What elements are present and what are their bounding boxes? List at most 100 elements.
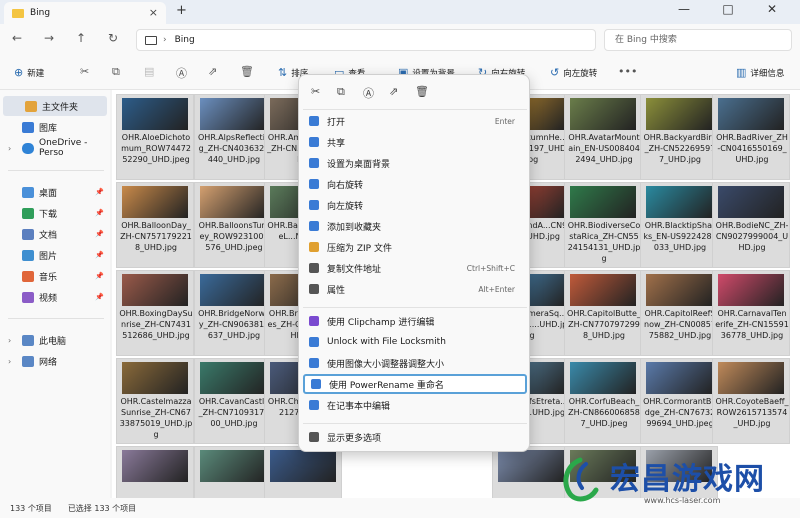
menu-item-rotate-right[interactable]: 向右旋转 [303, 174, 527, 194]
sidebar-item-pictures[interactable]: 图片 📌 [0, 245, 110, 265]
file-tile[interactable]: OHR.BodieNC_ZH-CN9027999004_UHD.jpg [712, 182, 790, 268]
properties-icon [309, 284, 319, 294]
chevron-right-icon[interactable]: › [8, 144, 11, 153]
close-tab-icon[interactable]: × [149, 6, 158, 19]
show-more-options-icon [309, 432, 319, 442]
sidebar-item-music[interactable]: 音乐 📌 [0, 266, 110, 286]
context-menu: ✂ ⧉ Ⓐ ⇗ 🗑 打开 Enter 共享 设置为桌面背景 向右旋转 向左旋转添加到收藏夹… [298, 74, 530, 452]
file-tile[interactable]: OHR.CormorantBridge_ZH-CN7673299694_UHD.… [640, 358, 718, 444]
copy-icon[interactable]: ⧉ [112, 65, 120, 79]
pin-icon[interactable]: 📌 [95, 188, 104, 196]
file-tile[interactable]: OHR.CarnavalTenerife_ZH-CN1559136778_UHD… [712, 270, 790, 356]
file-tile[interactable]: OHR.BadRiver_ZH-CN0416550169_UHD.jpg [712, 94, 790, 180]
sidebar-item-gallery[interactable]: 图库 [0, 117, 110, 137]
menu-item-open[interactable]: 打开 Enter [303, 111, 527, 131]
file-tile[interactable]: OHR.BalloonsTurkey_ROW9231009576_UHD.jpe… [194, 182, 272, 268]
copy-icon[interactable]: ⧉ [337, 85, 345, 99]
file-tile[interactable]: OHR.BalloonDay_ZH-CN7571792218_UHD.jpg [116, 182, 194, 268]
menu-item-label: 在记事本中编辑 [327, 401, 391, 412]
menu-item-show-more-options[interactable]: 显示更多选项 [303, 427, 527, 447]
menu-item-properties[interactable]: 属性 Alt+Enter [303, 279, 527, 299]
details-button[interactable]: ▥ 详细信息 [736, 66, 784, 79]
menu-item-edit-clipchamp[interactable]: 使用 Clipchamp 进行编辑 [303, 311, 527, 331]
share-icon[interactable]: ⇗ [208, 65, 217, 78]
menu-item-compress-zip[interactable]: 压缩为 ZIP 文件 [303, 237, 527, 257]
menu-item-resize-image[interactable]: 使用图像大小调整器调整大小 [303, 353, 527, 373]
file-tile[interactable] [264, 446, 342, 498]
menu-item-rotate-left[interactable]: 向左旋转 [303, 195, 527, 215]
copy-path-icon [309, 263, 319, 273]
image-thumbnail [570, 186, 636, 218]
file-tile[interactable]: OHR.CapitolButte_ZH-CN7707972998_UHD.jpg [564, 270, 642, 356]
delete-icon[interactable]: 🗑 [415, 85, 429, 98]
chevron-right-icon[interactable]: › [8, 357, 11, 366]
pin-icon[interactable]: 📌 [95, 209, 104, 217]
file-tile[interactable]: OHR.CorfuBeach_ZH-CN8660068587_UHD.jpeg [564, 358, 642, 444]
cut-icon[interactable]: ✂ [80, 65, 89, 78]
forward-button[interactable]: → [44, 31, 54, 45]
new-tab-button[interactable]: + [176, 3, 187, 18]
sidebar-item-network[interactable]: › 网络 [0, 351, 110, 371]
rotate-left-button[interactable]: ↺ 向左旋转 [550, 66, 597, 79]
file-tile[interactable]: OHR.BiodiverseCostaRica_ZH-CN5524154131_… [564, 182, 642, 268]
file-tile[interactable]: OHR.BoxingDaySunrise_ZH-CN7431512686_UHD… [116, 270, 194, 356]
menu-item-add-favorite[interactable]: 添加到收藏夹 [303, 216, 527, 236]
address-bar[interactable]: › Bing [136, 29, 596, 51]
image-thumbnail [200, 362, 266, 394]
minimize-button[interactable]: — [664, 2, 704, 16]
chevron-right-icon[interactable]: › [8, 336, 11, 345]
menu-item-share[interactable]: 共享 [303, 132, 527, 152]
file-tile[interactable]: OHR.BridgeNorway_ZH-CN9063814637_UHD.jpg [194, 270, 272, 356]
image-thumbnail [122, 274, 188, 306]
sidebar-item-downloads[interactable]: 下载 📌 [0, 203, 110, 223]
file-tile[interactable]: OHR.AvatarMountain_EN-US0084042494_UHD.j… [564, 94, 642, 180]
pin-icon[interactable]: 📌 [95, 272, 104, 280]
more-options-button[interactable]: ••• [618, 65, 637, 78]
file-tile[interactable]: OHR.CavanCastle_ZH-CN7109317900_UHD.jpg [194, 358, 272, 444]
breadcrumb-bing[interactable]: Bing [175, 35, 195, 45]
paste-icon[interactable]: ▤ [144, 65, 154, 78]
file-name: OHR.CormorantBridge_ZH-CN7673299694_UHD.… [643, 397, 717, 428]
tab-bing[interactable]: Bing × [4, 2, 166, 24]
menu-item-label: 属性 [327, 285, 346, 296]
menu-item-label: 使用 Clipchamp 进行编辑 [327, 317, 435, 328]
back-button[interactable]: ← [12, 31, 22, 45]
share-icon[interactable]: ⇗ [389, 85, 398, 98]
refresh-button[interactable]: ↻ [108, 31, 118, 45]
sidebar-item-documents[interactable]: 文档 📌 [0, 224, 110, 244]
file-tile[interactable]: OHR.BackyardBird_ZH-CN522695977_UHD.jpg [640, 94, 718, 180]
search-input[interactable]: 在 Bing 中搜索 [604, 29, 792, 51]
menu-item-powerrename[interactable]: 使用 PowerRename 重命名 [303, 374, 527, 394]
file-tile[interactable]: OHR.CastelmazzaSunrise_ZH-CN6733875019_U… [116, 358, 194, 444]
new-button[interactable]: ⊕ 新建 [14, 66, 44, 79]
menu-item-label: 添加到收藏夹 [327, 222, 382, 233]
sidebar-item-this-pc[interactable]: › 此电脑 [0, 330, 110, 350]
sidebar-item-onedrive[interactable]: › OneDrive - Perso [0, 138, 110, 158]
file-tile[interactable] [116, 446, 194, 498]
menu-item-edit-notepad[interactable]: 在记事本中编辑 [303, 395, 527, 415]
rename-icon[interactable]: Ⓐ [363, 85, 374, 101]
file-tile[interactable]: OHR.CapitolReefSnow_ZH-CN0085775882_UHD.… [640, 270, 718, 356]
file-tile[interactable] [194, 446, 272, 498]
file-tile[interactable]: OHR.BlacktipSharks_EN-US9224288033_UHD.j… [640, 182, 718, 268]
close-window-button[interactable]: ✕ [752, 2, 792, 16]
file-tile[interactable]: OHR.AloeDichotomum_ROW7447252290_UHD.jpe… [116, 94, 194, 180]
scissors-icon[interactable]: ✂ [311, 85, 320, 98]
menu-item-unlock-locksmith[interactable]: Unlock with File Locksmith [303, 332, 527, 352]
file-tile[interactable]: OHR.CoyoteBaeff_ROW2615713574_UHD.jpg [712, 358, 790, 444]
rename-icon[interactable]: Ⓐ [176, 65, 187, 81]
file-name: OHR.BoxingDaySunrise_ZH-CN7431512686_UHD… [119, 309, 193, 340]
file-tile[interactable]: OHR.AlpsReflecting_ZH-CN4036320440_UHD.j… [194, 94, 272, 180]
sidebar-item-desktop[interactable]: 桌面 📌 [0, 182, 110, 202]
pin-icon[interactable]: 📌 [95, 251, 104, 259]
file-name: OHR.AloeDichotomum_ROW7447252290_UHD.jpe… [121, 133, 191, 164]
sidebar-item-home[interactable]: 主文件夹 [3, 96, 107, 116]
menu-item-copy-path[interactable]: 复制文件地址 Ctrl+Shift+C [303, 258, 527, 278]
pin-icon[interactable]: 📌 [95, 293, 104, 301]
delete-icon[interactable]: 🗑 [240, 65, 254, 78]
sidebar-item-videos[interactable]: 视频 📌 [0, 287, 110, 307]
pin-icon[interactable]: 📌 [95, 230, 104, 238]
menu-item-set-desktop-bg[interactable]: 设置为桌面背景 [303, 153, 527, 173]
up-button[interactable]: ↑ [76, 31, 86, 45]
maximize-button[interactable]: □ [708, 2, 748, 16]
